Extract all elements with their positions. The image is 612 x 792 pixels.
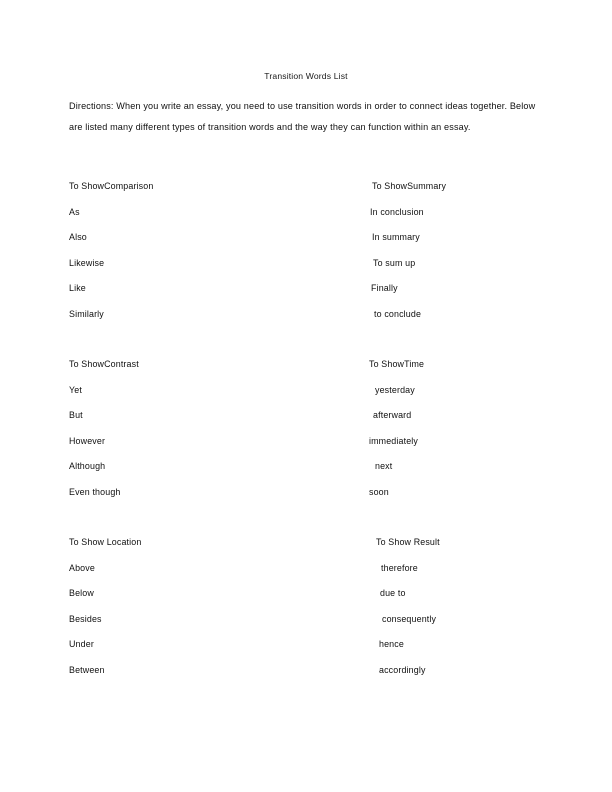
transition-word: to conclude bbox=[374, 308, 422, 319]
word-list-comparison: As Also Likewise Like Similarly bbox=[69, 206, 349, 334]
transition-word: In summary bbox=[372, 232, 420, 242]
transition-word: As bbox=[69, 206, 80, 217]
transition-word: soon bbox=[369, 486, 389, 497]
group-heading-contrast: To ShowContrast bbox=[69, 359, 139, 369]
transition-word: yesterday bbox=[375, 384, 415, 395]
word-list-location: Above Below Besides Under Between bbox=[69, 562, 349, 690]
transition-word: Under bbox=[69, 639, 94, 649]
transition-word: next bbox=[375, 461, 393, 471]
transition-word: Likewise bbox=[69, 257, 105, 268]
transition-word: Similarly bbox=[69, 308, 104, 319]
group-heading-result: To Show Result bbox=[376, 537, 440, 547]
transition-word: Between bbox=[69, 664, 105, 675]
page-title: Transition Words List bbox=[264, 71, 348, 81]
word-list-contrast: Yet But However Although Even though bbox=[69, 384, 349, 512]
column-time: To ShowTime yesterday afterward immediatel… bbox=[369, 358, 599, 511]
transition-word: afterward bbox=[373, 410, 412, 420]
transition-word: Finally bbox=[371, 283, 398, 293]
transition-word: Like bbox=[69, 283, 86, 293]
transition-word: hence bbox=[379, 639, 404, 649]
transition-word: due to bbox=[380, 588, 406, 598]
transition-word: To sum up bbox=[373, 257, 416, 268]
transition-word: Even though bbox=[69, 486, 121, 497]
group-heading-time: To ShowTime bbox=[369, 359, 425, 369]
word-list-time: yesterday afterward immediately next soon bbox=[369, 384, 599, 512]
column-comparison: To ShowComparison As Also Likewise Like Simi… bbox=[69, 180, 349, 333]
transition-word: Yet bbox=[69, 384, 82, 395]
document-page: Transition Words List Directions: When y… bbox=[0, 0, 612, 792]
word-list-summary: In conclusion In summary To sum up Finally t… bbox=[369, 206, 599, 334]
column-result: To Show Result therefore due to consequent… bbox=[369, 536, 599, 689]
group-heading-summary: To ShowSummary bbox=[372, 181, 447, 191]
column-summary: To ShowSummary In conclusion In summary To… bbox=[369, 180, 599, 333]
group-heading-location: To Show Location bbox=[69, 537, 142, 547]
section-contrast-time: To ShowContrast Yet But However Although Eve… bbox=[0, 358, 612, 536]
section-comparison-summary: To ShowComparison As Also Likewise Like Simi… bbox=[0, 180, 612, 358]
transition-word-columns: To ShowComparison As Also Likewise Like Simi… bbox=[0, 180, 612, 714]
transition-word: Below bbox=[69, 588, 94, 598]
transition-word: therefore bbox=[381, 562, 418, 573]
transition-word: consequently bbox=[382, 613, 437, 624]
transition-word: However bbox=[69, 435, 106, 446]
transition-word: immediately bbox=[369, 435, 418, 446]
transition-word: accordingly bbox=[379, 664, 426, 675]
transition-word: Above bbox=[69, 562, 95, 573]
column-location: To Show Location Above Below Besides Under B… bbox=[69, 536, 349, 689]
column-contrast: To ShowContrast Yet But However Although Eve… bbox=[69, 358, 349, 511]
section-location-result: To Show Location Above Below Besides Under B… bbox=[0, 536, 612, 714]
transition-word: In conclusion bbox=[370, 206, 424, 217]
transition-word: But bbox=[69, 410, 83, 420]
transition-word: Besides bbox=[69, 613, 102, 624]
group-heading-comparison: To ShowComparison bbox=[69, 181, 154, 191]
transition-word: Although bbox=[69, 461, 106, 471]
word-list-result: therefore due to consequently hence accordin… bbox=[369, 562, 599, 690]
transition-word: Also bbox=[69, 232, 87, 242]
directions-paragraph: Directions: When you write an essay, you… bbox=[69, 101, 536, 132]
